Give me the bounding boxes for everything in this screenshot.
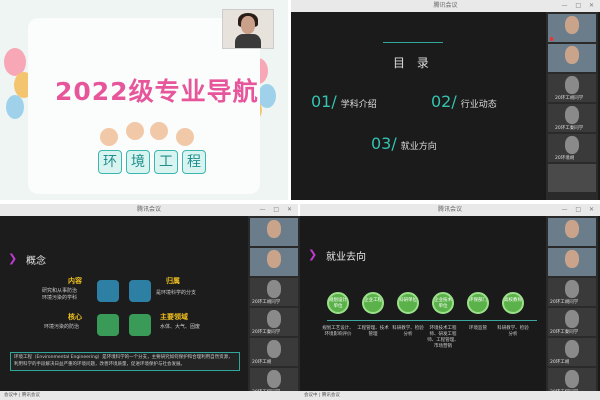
leaf-icon: [129, 280, 151, 302]
window-titlebar[interactable]: 腾讯会议 — □ ✕: [291, 0, 600, 12]
job-desc: 科研教学、检验分析: [497, 326, 529, 337]
window-cover-slide: 2022级专业导航 环 境 工 程: [0, 0, 288, 200]
slide-heading: 概念: [26, 256, 46, 267]
toc-item: 01/学科介绍: [311, 92, 377, 111]
participant-tile[interactable]: 20环工秦同学: [548, 308, 596, 336]
mic-muted-icon: [550, 37, 553, 41]
kid-illustration-icon: [176, 128, 194, 146]
balloon-icon: [6, 95, 24, 119]
job-circle: 科研单位: [397, 292, 419, 314]
participant-tile[interactable]: [250, 218, 298, 246]
participant-tile[interactable]: [548, 248, 596, 276]
shield-icon: [97, 314, 119, 336]
status-bar: 会议中 | 腾讯会议: [0, 391, 302, 400]
toc-heading: 目 录: [393, 56, 433, 70]
participant-tile[interactable]: 20环工胡同学: [548, 74, 596, 102]
concept-description: 环境工程（Environmental Engineering）是环境科学的一个分…: [10, 352, 240, 371]
job-circle: 规划设计单位: [327, 292, 349, 314]
participant-tile[interactable]: [548, 164, 596, 192]
window-controls[interactable]: — □ ✕: [561, 0, 597, 12]
window-title: 腾讯会议: [433, 2, 458, 9]
job-circle: 高校教师: [502, 292, 524, 314]
card-text: 研究和从事防治 环境污染的学科: [42, 288, 78, 301]
job-desc: 工程管理、技术管理: [357, 326, 389, 337]
timeline-line: [327, 320, 537, 321]
participant-sidebar: 20环工胡同学 20环工秦同学 20环境胡: [546, 12, 598, 200]
participant-tile[interactable]: 20环工胡: [250, 338, 298, 366]
kid-illustration-icon: [150, 122, 168, 140]
participant-tile[interactable]: 20环工胡同学: [250, 278, 298, 306]
kid-illustration-icon: [100, 128, 118, 146]
window-title: 腾讯会议: [136, 206, 161, 213]
job-desc: 环境监管: [469, 326, 487, 331]
card-text: 是环境科学的分支: [156, 290, 197, 296]
kid-illustration-icon: [126, 122, 144, 140]
chevron-right-icon: ❯: [308, 248, 318, 261]
window-controls[interactable]: — □ ✕: [561, 204, 597, 216]
participant-tile[interactable]: [250, 248, 298, 276]
participant-tile[interactable]: [548, 218, 596, 246]
window-title: 腾讯会议: [437, 206, 462, 213]
toc-item: 02/行业动态: [431, 92, 497, 111]
job-circle: 企业技术单位: [432, 292, 454, 314]
participant-tile[interactable]: [548, 14, 596, 42]
participant-tile[interactable]: 20环工秦同学: [548, 104, 596, 132]
cover-subtitle: 环 境 工 程: [98, 150, 206, 174]
status-bar: 会议中 | 腾讯会议: [300, 391, 600, 400]
window-toc-slide: 腾讯会议 — □ ✕ 目 录 01/学科介绍 02/行业动态 03/就业方向 2…: [291, 0, 600, 200]
card-title: 核心: [68, 313, 82, 321]
chevron-right-icon: ❯: [8, 252, 18, 265]
job-desc: 规划工艺设计、环境影响评价: [322, 326, 354, 337]
card-text: 环境污染的防治: [44, 324, 80, 330]
participant-tile[interactable]: 20环工胡同学: [548, 278, 596, 306]
toc-item: 03/就业方向: [371, 134, 437, 153]
slide-heading: 就业去向: [326, 252, 366, 263]
card-title: 归属: [166, 277, 180, 285]
presenter-camera[interactable]: [222, 9, 274, 49]
card-title: 内容: [68, 277, 82, 285]
window-titlebar[interactable]: 腾讯会议 — □ ✕: [0, 204, 298, 216]
participant-tile[interactable]: 20环工胡: [548, 338, 596, 366]
subtitle-char: 工: [154, 150, 178, 174]
window-titlebar[interactable]: 腾讯会议 — □ ✕: [300, 204, 600, 216]
toc-slide: 目 录 01/学科介绍 02/行业动态 03/就业方向: [291, 12, 544, 200]
participant-sidebar: 20环工胡同学 20环工秦同学 20环工胡 20环工何同学: [546, 216, 598, 400]
job-circle: 环保部门: [467, 292, 489, 314]
window-controls[interactable]: — □ ✕: [259, 204, 295, 216]
subtitle-char: 程: [182, 150, 206, 174]
subtitle-char: 环: [98, 150, 122, 174]
gear-icon: [97, 280, 119, 302]
participant-tile[interactable]: 20环境胡: [548, 134, 596, 162]
lightbulb-icon: [129, 314, 151, 336]
participant-sidebar: 20环工胡同学 20环工秦同学 20环工胡 20环工何同学: [248, 216, 300, 400]
card-text: 水体、大气、固废: [160, 324, 201, 330]
participant-tile[interactable]: [548, 44, 596, 72]
cover-title: 2022级专业导航: [55, 77, 259, 106]
job-desc: 科研教学、检验分析: [392, 326, 424, 337]
card-title: 主要领域: [160, 313, 188, 321]
participant-tile[interactable]: 20环工秦同学: [250, 308, 298, 336]
job-desc: 环境技术工程师、研发工程师、工程管理、市场营销: [427, 326, 459, 349]
subtitle-char: 境: [126, 150, 150, 174]
job-circle: 企业工程: [362, 292, 384, 314]
